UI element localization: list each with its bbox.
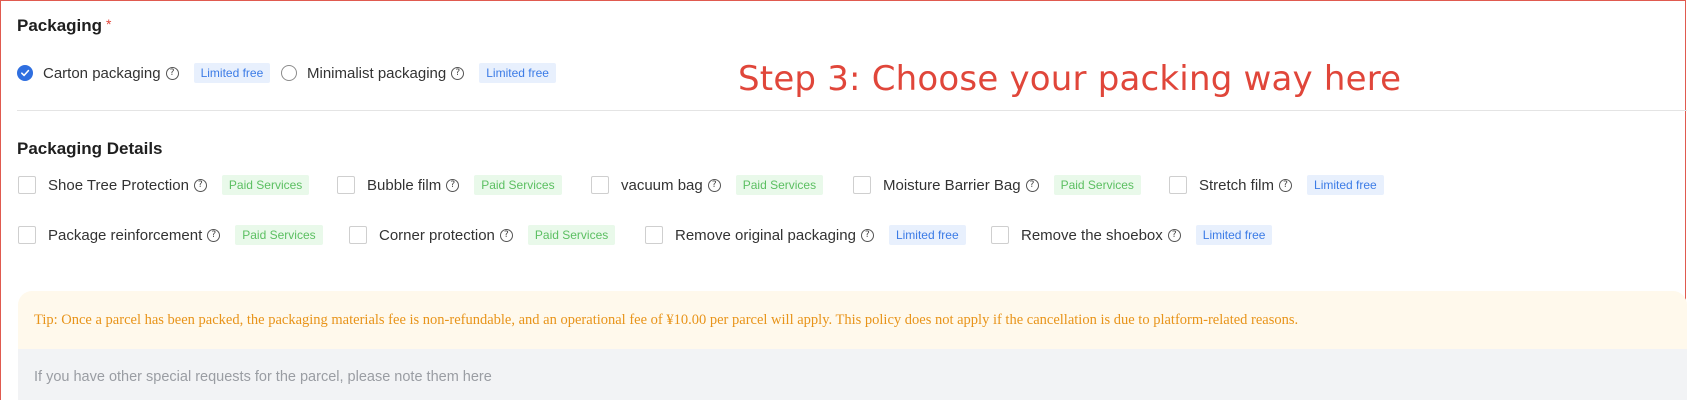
help-icon[interactable]: ?	[707, 178, 721, 192]
checkbox[interactable]	[18, 226, 36, 244]
help-icon[interactable]: ?	[1279, 178, 1293, 192]
packaging-panel: Packaging * Carton packaging ? Limited fr…	[0, 0, 1687, 400]
paid-services-badge: Paid Services	[527, 225, 616, 245]
checkbox[interactable]	[591, 176, 609, 194]
packaging-option-label: Carton packaging	[43, 64, 161, 82]
packaging-title-text: Packaging	[17, 16, 103, 35]
detail-stretch-film[interactable]: Stretch film ? Limited free	[1169, 173, 1384, 197]
radio-selected-icon[interactable]	[17, 65, 33, 81]
checkbox[interactable]	[853, 176, 871, 194]
radio-unselected-icon[interactable]	[281, 65, 297, 81]
paid-services-badge: Paid Services	[735, 175, 824, 195]
paid-services-badge: Paid Services	[474, 175, 562, 195]
paid-services-badge: Paid Services	[1053, 175, 1141, 195]
detail-shoe-tree-protection[interactable]: Shoe Tree Protection ? Paid Services	[18, 173, 310, 197]
help-icon[interactable]: ?	[1167, 228, 1181, 242]
checkbox[interactable]	[337, 176, 355, 194]
help-icon[interactable]: ?	[446, 178, 460, 192]
detail-label: Stretch film	[1199, 176, 1275, 194]
step-annotation: Step 3: Choose your packing way here	[738, 59, 1402, 99]
detail-label: Shoe Tree Protection	[48, 176, 189, 194]
checkbox[interactable]	[18, 176, 36, 194]
help-icon[interactable]: ?	[499, 228, 513, 242]
paid-services-badge: Paid Services	[221, 175, 310, 195]
packaging-option-label: Minimalist packaging	[307, 64, 447, 82]
paid-services-badge: Paid Services	[235, 225, 323, 245]
detail-remove-the-shoebox[interactable]: Remove the shoebox ? Limited free	[991, 223, 1273, 247]
special-requests-textarea[interactable]: If you have other special requests for t…	[18, 349, 1687, 400]
special-requests-placeholder: If you have other special requests for t…	[34, 369, 492, 385]
help-icon[interactable]: ?	[207, 228, 221, 242]
limited-free-badge: Limited free	[193, 63, 271, 83]
detail-label: Bubble film	[367, 176, 442, 194]
help-icon[interactable]: ?	[193, 178, 207, 192]
section-divider	[17, 110, 1687, 111]
help-icon[interactable]: ?	[860, 228, 874, 242]
help-icon[interactable]: ?	[1025, 178, 1039, 192]
tip-banner: Tip: Once a parcel has been packed, the …	[18, 291, 1687, 349]
detail-label: Corner protection	[379, 226, 495, 244]
detail-remove-original-packaging[interactable]: Remove original packaging ? Limited free	[645, 223, 966, 247]
detail-label: Moisture Barrier Bag	[883, 176, 1021, 194]
checkbox[interactable]	[349, 226, 367, 244]
detail-corner-protection[interactable]: Corner protection ? Paid Services	[349, 223, 616, 247]
limited-free-badge: Limited free	[888, 225, 966, 245]
detail-label: Remove the shoebox	[1021, 226, 1163, 244]
detail-label: Package reinforcement	[48, 226, 203, 244]
packaging-details-title: Packaging Details	[17, 139, 163, 158]
limited-free-badge: Limited free	[479, 63, 556, 83]
limited-free-badge: Limited free	[1195, 225, 1273, 245]
help-icon[interactable]: ?	[451, 66, 465, 80]
checkbox[interactable]	[991, 226, 1009, 244]
limited-free-badge: Limited free	[1307, 175, 1384, 195]
required-mark: *	[106, 16, 112, 32]
detail-vacuum-bag[interactable]: vacuum bag ? Paid Services	[591, 173, 824, 197]
checkbox[interactable]	[645, 226, 663, 244]
detail-label: Remove original packaging	[675, 226, 856, 244]
help-icon[interactable]: ?	[165, 66, 179, 80]
detail-moisture-barrier-bag[interactable]: Moisture Barrier Bag ? Paid Services	[853, 173, 1141, 197]
detail-package-reinforcement[interactable]: Package reinforcement ? Paid Services	[18, 223, 323, 247]
detail-label: vacuum bag	[621, 176, 703, 194]
checkbox[interactable]	[1169, 176, 1187, 194]
packaging-title: Packaging *	[17, 16, 112, 36]
packaging-option-carton[interactable]: Carton packaging ? Limited free	[17, 61, 271, 85]
packaging-option-minimalist[interactable]: Minimalist packaging ? Limited free	[281, 61, 556, 85]
detail-bubble-film[interactable]: Bubble film ? Paid Services	[337, 173, 562, 197]
tip-text: Tip: Once a parcel has been packed, the …	[34, 312, 1299, 328]
